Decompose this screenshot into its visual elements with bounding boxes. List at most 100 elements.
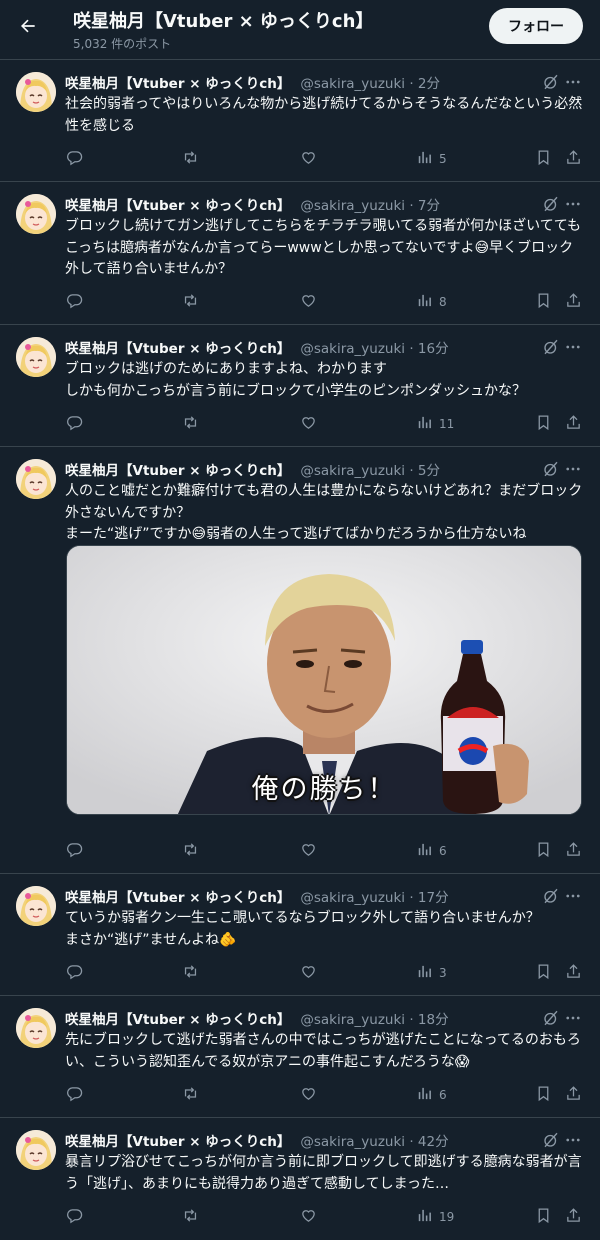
tweet[interactable]: 咲星柚月【Vtuber × ゆっくりch】 @sakira_yuzuki · 1… (0, 874, 600, 996)
tweet-actions: 5 (0, 149, 600, 169)
like-button[interactable] (300, 149, 317, 169)
avatar[interactable] (16, 72, 56, 112)
view-count: 11 (439, 417, 455, 431)
like-button[interactable] (300, 414, 317, 434)
views-button[interactable]: 3 (416, 963, 447, 983)
bookmark-button[interactable] (535, 841, 552, 861)
bookmark-button[interactable] (535, 292, 552, 312)
reply-button[interactable] (66, 1085, 83, 1105)
author-name[interactable]: 咲星柚月【Vtuber × ゆっくりch】 (65, 1008, 290, 1028)
reply-button[interactable] (66, 149, 83, 169)
bookmark-button[interactable] (535, 963, 552, 983)
views-button[interactable]: 6 (416, 841, 447, 861)
repost-button[interactable] (182, 841, 199, 861)
repost-button[interactable] (182, 414, 199, 434)
author-name[interactable]: 咲星柚月【Vtuber × ゆっくりch】 (65, 194, 290, 214)
share-button[interactable] (565, 292, 582, 312)
tweet-time[interactable]: 16分 (418, 341, 449, 357)
share-button[interactable] (565, 1207, 582, 1227)
tweet[interactable]: 咲星柚月【Vtuber × ゆっくりch】 @sakira_yuzuki · 1… (0, 996, 600, 1118)
share-icon (565, 1085, 582, 1106)
repost-button[interactable] (182, 1085, 199, 1105)
view-count: 6 (439, 844, 447, 858)
tweet-text: 人のこと嘘だとか難癖付けても君の人生は豊かにならないけどあれ？まだブロック外さな… (65, 483, 583, 542)
tweet-time[interactable]: 7分 (418, 198, 440, 214)
author-name[interactable]: 咲星柚月【Vtuber × ゆっくりch】 (65, 1130, 290, 1150)
repost-button[interactable] (182, 963, 199, 983)
reply-button[interactable] (66, 292, 83, 312)
tweet-time[interactable]: 2分 (418, 76, 440, 92)
bookmark-button[interactable] (535, 1085, 552, 1105)
tweet-text: 暴言リプ浴びせてこっちが何か言う前に即ブロックして即逃げする臆病な弱者が言う「逃… (65, 1154, 582, 1192)
share-button[interactable] (565, 963, 582, 983)
reply-button[interactable] (66, 841, 83, 861)
more-icon[interactable] (564, 887, 582, 905)
share-button[interactable] (565, 841, 582, 861)
tweet[interactable]: 咲星柚月【Vtuber × ゆっくりch】 @sakira_yuzuki · 2… (0, 60, 600, 182)
like-button[interactable] (300, 1085, 317, 1105)
more-icon[interactable] (564, 460, 582, 478)
reply-button[interactable] (66, 414, 83, 434)
like-button[interactable] (300, 963, 317, 983)
back-button[interactable] (12, 10, 44, 42)
avatar[interactable] (16, 194, 56, 234)
tweet-time[interactable]: 5分 (418, 463, 440, 479)
like-button[interactable] (300, 292, 317, 312)
grok-icon[interactable] (542, 460, 560, 478)
tweet-media-image[interactable]: 俺の勝ち！ (66, 545, 582, 815)
tweet-time[interactable]: 18分 (418, 1012, 449, 1028)
tweet-time[interactable]: 42分 (418, 1134, 449, 1150)
like-button[interactable] (300, 841, 317, 861)
bookmark-icon (535, 963, 552, 984)
repost-button[interactable] (182, 292, 199, 312)
tweet-text: 先にブロックして逃げた弱者さんの中ではこっちが逃げたことになってるのおもろい、こ… (65, 1032, 581, 1070)
tweet[interactable]: 咲星柚月【Vtuber × ゆっくりch】 @sakira_yuzuki · 7… (0, 182, 600, 325)
share-icon (565, 963, 582, 984)
author-name[interactable]: 咲星柚月【Vtuber × ゆっくりch】 (65, 337, 290, 357)
like-button[interactable] (300, 1207, 317, 1227)
views-button[interactable]: 8 (416, 292, 447, 312)
repost-button[interactable] (182, 149, 199, 169)
avatar[interactable] (16, 459, 56, 499)
follow-button[interactable]: フォロー (489, 8, 583, 44)
view-count: 3 (439, 966, 447, 980)
tweet[interactable]: 咲星柚月【Vtuber × ゆっくりch】 @sakira_yuzuki · 5… (0, 447, 600, 874)
grok-icon[interactable] (542, 1131, 560, 1149)
avatar[interactable] (16, 1008, 56, 1048)
author-name[interactable]: 咲星柚月【Vtuber × ゆっくりch】 (65, 459, 290, 479)
author-name[interactable]: 咲星柚月【Vtuber × ゆっくりch】 (65, 72, 290, 92)
grok-icon[interactable] (542, 195, 560, 213)
tweet[interactable]: 咲星柚月【Vtuber × ゆっくりch】 @sakira_yuzuki · 4… (0, 1118, 600, 1240)
more-icon[interactable] (564, 1009, 582, 1027)
share-button[interactable] (565, 149, 582, 169)
view-count: 5 (439, 152, 447, 166)
share-button[interactable] (565, 414, 582, 434)
tweet-time[interactable]: 17分 (418, 890, 449, 906)
more-icon[interactable] (564, 338, 582, 356)
share-button[interactable] (565, 1085, 582, 1105)
views-button[interactable]: 6 (416, 1085, 447, 1105)
views-button[interactable]: 11 (416, 414, 454, 434)
reply-button[interactable] (66, 963, 83, 983)
bookmark-button[interactable] (535, 149, 552, 169)
grok-icon[interactable] (542, 73, 560, 91)
tweet[interactable]: 咲星柚月【Vtuber × ゆっくりch】 @sakira_yuzuki · 1… (0, 325, 600, 447)
views-button[interactable]: 5 (416, 149, 447, 169)
grok-icon[interactable] (542, 1009, 560, 1027)
author-name[interactable]: 咲星柚月【Vtuber × ゆっくりch】 (65, 886, 290, 906)
grok-icon[interactable] (542, 338, 560, 356)
tweet-text: ブロックは逃げのためにありますよね、わかります しかも何かこっちが言う前にブロッ… (65, 361, 527, 399)
more-icon[interactable] (564, 73, 582, 91)
avatar[interactable] (16, 886, 56, 926)
reply-button[interactable] (66, 1207, 83, 1227)
more-icon[interactable] (564, 1131, 582, 1149)
more-icon[interactable] (564, 195, 582, 213)
like-icon (300, 841, 317, 862)
avatar[interactable] (16, 337, 56, 377)
views-button[interactable]: 19 (416, 1207, 454, 1227)
bookmark-button[interactable] (535, 414, 552, 434)
bookmark-button[interactable] (535, 1207, 552, 1227)
grok-icon[interactable] (542, 887, 560, 905)
avatar[interactable] (16, 1130, 56, 1170)
repost-button[interactable] (182, 1207, 199, 1227)
